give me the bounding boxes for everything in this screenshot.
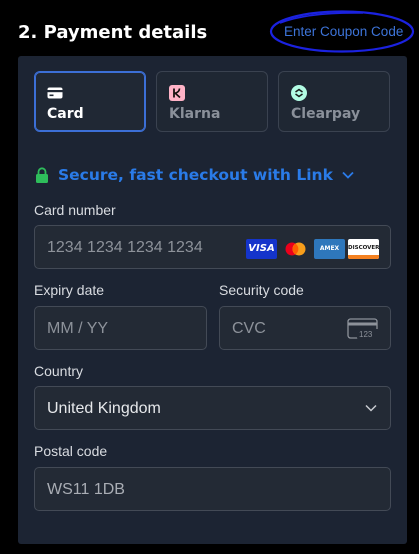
klarna-icon xyxy=(169,85,185,101)
visa-logo: VISA xyxy=(246,239,277,259)
clearpay-icon xyxy=(291,85,307,101)
cvc-icon-digits: 123 xyxy=(359,330,373,339)
lock-icon xyxy=(36,167,48,183)
expiry-date-placeholder: MM / YY xyxy=(47,320,109,337)
tab-clearpay-label: Clearpay xyxy=(291,106,361,122)
card-number-placeholder: 1234 1234 1234 1234 xyxy=(47,239,203,256)
security-code-label: Security code xyxy=(219,282,304,298)
country-value: United Kingdom xyxy=(47,400,161,417)
country-select[interactable]: United Kingdom xyxy=(34,386,391,430)
postal-code-label: Postal code xyxy=(34,443,108,459)
discover-logo: DISCOVER xyxy=(348,239,379,259)
security-code-placeholder: CVC xyxy=(232,320,266,337)
expiry-date-input[interactable]: MM / YY xyxy=(34,306,207,350)
amex-logo: AMEX xyxy=(314,239,345,259)
country-label: Country xyxy=(34,363,84,379)
postal-code-value: WS11 1DB xyxy=(47,481,125,498)
security-code-input[interactable]: CVC 123 xyxy=(219,306,391,350)
tab-card-label: Card xyxy=(47,106,84,122)
payment-panel: Card Klarna Clearpay Secure, fast checko… xyxy=(18,56,407,544)
section-title: 2. Payment details xyxy=(18,22,208,43)
tab-klarna-label: Klarna xyxy=(169,106,221,122)
chevron-down-icon xyxy=(365,404,377,412)
postal-code-input[interactable]: WS11 1DB xyxy=(34,467,391,511)
tab-clearpay[interactable]: Clearpay xyxy=(278,71,390,132)
chevron-down-icon xyxy=(342,171,354,179)
mastercard-logo xyxy=(280,239,311,259)
tab-klarna[interactable]: Klarna xyxy=(156,71,268,132)
tab-card[interactable]: Card xyxy=(34,71,146,132)
card-number-label: Card number xyxy=(34,202,116,218)
payment-page: 2. Payment details Enter Coupon Code Car… xyxy=(0,0,419,554)
card-icon xyxy=(47,87,63,99)
card-number-input[interactable]: 1234 1234 1234 1234 VISA AMEX DISCOVER xyxy=(34,225,391,269)
link-checkout-toggle[interactable]: Secure, fast checkout with Link xyxy=(35,164,355,186)
enter-coupon-link[interactable]: Enter Coupon Code xyxy=(284,24,403,39)
link-checkout-text: Secure, fast checkout with Link xyxy=(58,166,333,184)
cvc-card-icon: 123 xyxy=(347,318,379,339)
expiry-date-label: Expiry date xyxy=(34,282,105,298)
